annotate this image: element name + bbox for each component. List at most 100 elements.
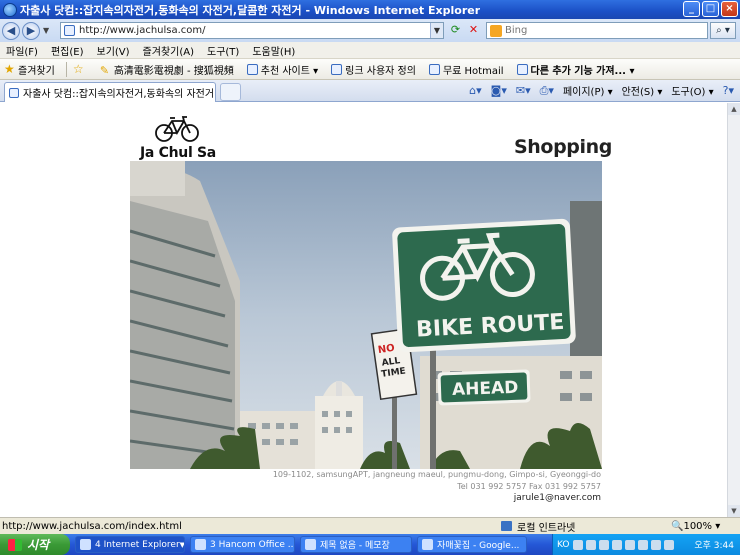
no-turn-sign-text: NO — [377, 343, 395, 356]
brand-name: Ja Chul Sa — [140, 145, 216, 161]
tray-icon-1[interactable] — [572, 539, 583, 550]
menu-file[interactable]: 파일(F) — [6, 43, 38, 58]
minimize-button[interactable]: _ — [683, 1, 700, 17]
print-icon[interactable]: ⎙▾ — [540, 84, 554, 98]
page-icon — [64, 25, 75, 36]
address-dropdown-icon[interactable]: ▼ — [430, 23, 443, 38]
favorite-item-sohu[interactable]: ✎ 高清電影電視劇 - 搜狐視頻 — [96, 62, 234, 77]
favorite-item-label: 다른 추가 기능 가져... ▾ — [530, 65, 635, 77]
ahead-sign-text: AHEAD — [452, 378, 519, 400]
star-icon: ★ — [4, 61, 15, 76]
feeds-icon[interactable]: ◙▾ — [491, 84, 507, 97]
taskbar-button-ie[interactable]: 4 Internet Explorer ▼ — [75, 536, 185, 553]
site-logo[interactable]: Ja Chul Sa — [140, 115, 222, 161]
tray-icon-5[interactable] — [624, 539, 635, 550]
hancom-taskbar-icon — [195, 539, 206, 550]
home-icon[interactable]: ⌂▾ — [469, 84, 482, 97]
security-zone[interactable]: 로컬 인트라넷 — [501, 519, 641, 534]
footer-email[interactable]: jarule1@naver.com — [514, 493, 601, 503]
bicycle-logo-icon — [155, 116, 199, 142]
maximize-button[interactable]: □ — [702, 1, 719, 17]
clock[interactable]: 오후 3:44 — [694, 538, 734, 551]
history-dropdown-icon[interactable]: ▼ — [43, 26, 49, 35]
menu-tools[interactable]: 도구(T) — [207, 43, 239, 58]
menu-help[interactable]: 도움말(H) — [252, 43, 295, 58]
tray-icon-3[interactable] — [598, 539, 609, 550]
menu-edit[interactable]: 편집(E) — [51, 43, 84, 58]
notepad-taskbar-icon — [305, 539, 316, 550]
tray-icon-6[interactable] — [637, 539, 648, 550]
intranet-icon — [501, 521, 512, 531]
scroll-down-icon[interactable]: ▼ — [728, 505, 740, 517]
forward-button[interactable]: ▶ — [22, 21, 40, 40]
bing-icon — [490, 24, 502, 37]
search-button[interactable]: ⌕ ▾ — [710, 22, 736, 39]
tray-icon-4[interactable] — [611, 539, 622, 550]
add-favorite-button[interactable]: ☆ — [69, 61, 87, 76]
page-content: Ja Chul Sa Shopping NO ALL TIME BIKE ROU… — [0, 103, 727, 517]
taskbar-button-hancom[interactable]: 3 Hancom Office ... ▼ — [190, 536, 295, 553]
menu-view[interactable]: 보기(V) — [97, 43, 130, 58]
page-icon — [9, 87, 19, 98]
taskbar-button-notepad[interactable]: 제목 없음 - 메모장 — [300, 536, 412, 553]
ie-page-icon — [246, 63, 258, 75]
command-bar: ⌂▾ ◙▾ ✉▾ ⎙▾ 페이지(P) ▾ 안전(S) ▾ 도구(O) ▾ ?▾ — [469, 83, 734, 99]
start-label: 시작 — [27, 538, 50, 552]
address-bar[interactable]: http://www.jachulsa.com/ ▼ — [60, 22, 444, 39]
favorite-item-label: 무료 Hotmail — [442, 65, 504, 77]
taskbar-button-label: 제목 없음 - 메모장 — [320, 541, 390, 551]
favorites-separator — [65, 61, 67, 77]
address-toolbar: ◀ ▶ ▼ http://www.jachulsa.com/ ▼ ⟳ ✕ ⌕ ▾ — [0, 19, 740, 42]
taskbar-button-label: 4 Internet Explorer — [95, 539, 180, 550]
address-url[interactable]: http://www.jachulsa.com/ — [79, 25, 206, 36]
ie-icon — [3, 2, 17, 17]
bike-route-sign: BIKE ROUTE — [392, 218, 576, 353]
zoom-level[interactable]: 🔍100% ▾ — [671, 521, 720, 532]
footer-phone: Tel 031 992 5757 Fax 031 992 5757 — [457, 482, 601, 491]
menu-bar: 파일(F) 편집(E) 보기(V) 즐겨찾기(A) 도구(T) 도움말(H) — [0, 42, 740, 59]
ie-taskbar-icon — [80, 539, 91, 550]
add-favorite-icon: ☆ — [72, 61, 84, 76]
security-zone-label: 로컬 인트라넷 — [517, 522, 576, 534]
favorite-item-hotmail[interactable]: 무료 Hotmail — [425, 62, 504, 77]
window-title: 자출사 닷컴::잡지속의자전거,동화속의 자전거,달콤한 자전거 - Windo… — [20, 3, 481, 17]
favorite-item-custom-links[interactable]: 링크 사용자 정의 — [327, 62, 416, 77]
tray-icon-2[interactable] — [585, 539, 596, 550]
safety-menu[interactable]: 안전(S) ▾ — [622, 83, 663, 98]
status-url: http://www.jachulsa.com/index.html — [2, 520, 182, 532]
volume-icon[interactable] — [663, 539, 674, 550]
new-tab-button[interactable] — [220, 83, 241, 101]
footer-address: 109-1102, samsungAPT, jangneung maeul, p… — [272, 470, 601, 479]
favorites-label: 즐겨찾기 — [18, 65, 55, 77]
favorite-item-suggested[interactable]: 추천 사이트 ▾ — [243, 62, 318, 77]
favorite-item-addons[interactable]: 다른 추가 기능 가져... ▾ — [513, 62, 635, 77]
stop-icon[interactable]: ✕ — [466, 23, 481, 38]
tab-active[interactable]: 자출사 닷컴::잡지속의자전거,동화속의 자전거.... — [4, 82, 216, 102]
favorite-item-label: 高清電影電視劇 - 搜狐視頻 — [113, 65, 234, 77]
zoom-label: 100% — [683, 520, 713, 532]
tools-menu[interactable]: 도구(O) ▾ — [671, 83, 713, 98]
favorites-button[interactable]: ★ 즐겨찾기 — [0, 62, 55, 77]
close-button[interactable]: × — [721, 1, 738, 17]
tab-title: 자출사 닷컴::잡지속의자전거,동화속의 자전거.... — [23, 89, 216, 100]
vertical-scrollbar[interactable]: ▲ ▼ — [727, 103, 740, 517]
window-controls: _ □ × — [683, 1, 738, 17]
tray-icon-7[interactable] — [650, 539, 661, 550]
scroll-up-icon[interactable]: ▲ — [728, 103, 740, 115]
refresh-icon[interactable]: ⟳ — [448, 23, 463, 38]
menu-favorites[interactable]: 즐겨찾기(A) — [143, 43, 194, 58]
language-indicator[interactable]: KO — [557, 540, 570, 550]
taskbar-button-chrome[interactable]: 자매꽃집 - Google... — [417, 536, 527, 553]
page-menu[interactable]: 페이지(P) ▾ — [563, 83, 613, 98]
taskbar-button-label: 3 Hancom Office ... — [210, 539, 295, 550]
back-button[interactable]: ◀ — [2, 21, 20, 40]
tab-row: 자출사 닷컴::잡지속의자전거,동화속의 자전거.... ⌂▾ ◙▾ ✉▾ ⎙▾… — [0, 80, 740, 102]
ie-page-icon — [428, 63, 440, 75]
search-box[interactable] — [486, 22, 708, 39]
search-input[interactable] — [505, 25, 695, 36]
help-icon[interactable]: ?▾ — [723, 84, 734, 97]
mail-icon[interactable]: ✉▾ — [516, 84, 531, 97]
start-button[interactable]: 시작 — [0, 534, 70, 555]
chrome-taskbar-icon — [422, 539, 433, 550]
system-tray: KO 오후 3:44 — [552, 534, 740, 555]
